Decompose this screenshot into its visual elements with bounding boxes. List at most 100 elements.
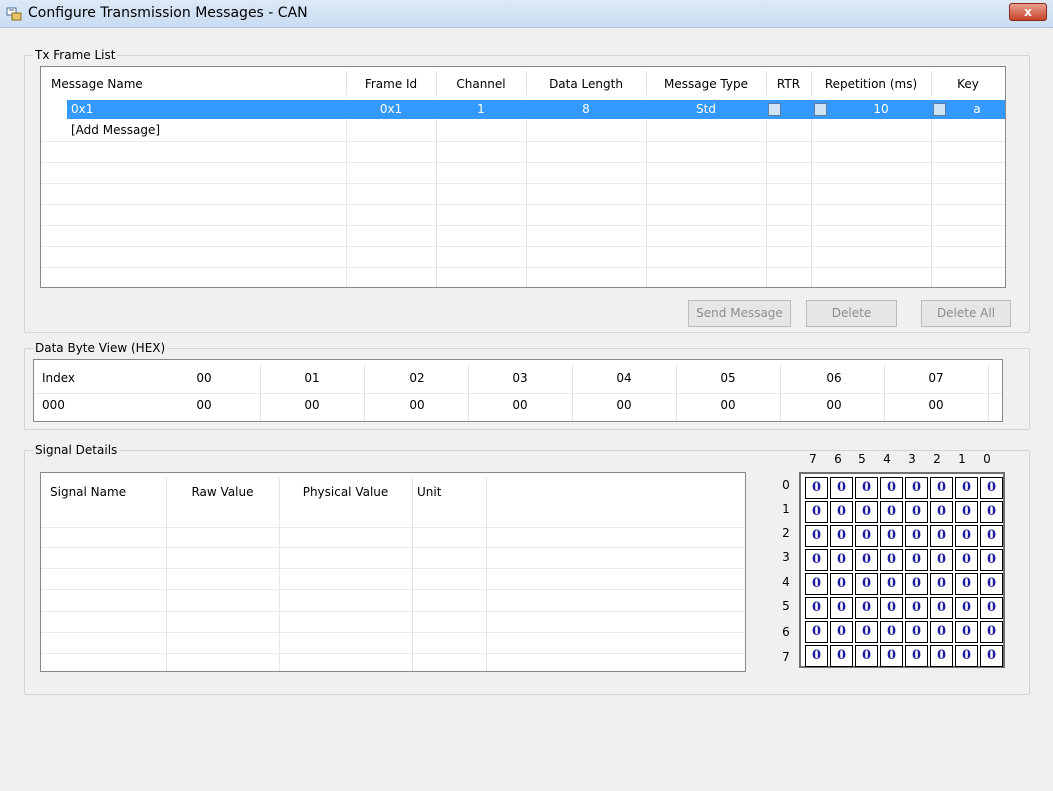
bit-cell[interactable]: 0 [955, 477, 978, 499]
bit-cell[interactable]: 0 [955, 549, 978, 571]
bit-cell[interactable]: 0 [930, 525, 953, 547]
col-header-rtr[interactable]: RTR [766, 77, 811, 91]
bit-cell[interactable]: 0 [880, 573, 903, 595]
row-key[interactable]: a [949, 102, 1005, 116]
bit-cell[interactable]: 0 [980, 597, 1003, 619]
col-header-key[interactable]: Key [931, 77, 1005, 91]
bit-cell[interactable]: 0 [855, 597, 878, 619]
bit-cell[interactable]: 0 [955, 597, 978, 619]
col-header-channel[interactable]: Channel [436, 77, 526, 91]
bit-cell[interactable]: 0 [805, 501, 828, 523]
bit-cell[interactable]: 0 [980, 501, 1003, 523]
grid-line [41, 204, 1005, 205]
header-separator [436, 71, 437, 95]
signal-details-table[interactable]: Signal Name Raw Value Physical Value Uni… [40, 472, 746, 672]
grid-line [41, 589, 745, 590]
bit-cell[interactable]: 0 [930, 501, 953, 523]
bit-cell[interactable]: 0 [905, 549, 928, 571]
col-header-repetition[interactable]: Repetition (ms) [811, 77, 931, 91]
bit-cell[interactable]: 0 [980, 621, 1003, 643]
bit-cell[interactable]: 0 [805, 645, 828, 667]
bit-cell[interactable]: 0 [905, 573, 928, 595]
bit-cell[interactable]: 0 [955, 501, 978, 523]
bit-cell[interactable]: 0 [905, 621, 928, 643]
bit-cell[interactable]: 0 [955, 573, 978, 595]
bit-cell[interactable]: 0 [905, 645, 928, 667]
bit-cell[interactable]: 0 [980, 645, 1003, 667]
bit-cell[interactable]: 0 [905, 501, 928, 523]
bit-cell[interactable]: 0 [805, 525, 828, 547]
bit-cell[interactable]: 0 [955, 645, 978, 667]
bit-matrix-grid: 0000000000000000000000000000000000000000… [799, 472, 1005, 668]
grid-line [41, 547, 745, 548]
bit-cell[interactable]: 0 [855, 477, 878, 499]
bit-cell[interactable]: 0 [855, 501, 878, 523]
col-header-frame-id[interactable]: Frame Id [346, 77, 436, 91]
delete-button[interactable]: Delete [806, 300, 897, 327]
data-byte-table[interactable]: Index 00 01 02 03 04 05 06 07 000 00 00 … [33, 359, 1003, 422]
col-header-message-type[interactable]: Message Type [646, 77, 766, 91]
bit-cell[interactable]: 0 [980, 573, 1003, 595]
rtr-checkbox[interactable] [768, 103, 781, 116]
bit-cell[interactable]: 0 [830, 501, 853, 523]
signal-col-raw[interactable]: Raw Value [166, 485, 279, 499]
bit-cell[interactable]: 0 [880, 549, 903, 571]
tx-frame-table[interactable]: Message Name Frame Id Channel Data Lengt… [40, 66, 1006, 288]
bit-cell[interactable]: 0 [930, 621, 953, 643]
bit-cell[interactable]: 0 [955, 525, 978, 547]
bit-cell[interactable]: 0 [805, 549, 828, 571]
bit-cell[interactable]: 0 [930, 645, 953, 667]
bit-cell[interactable]: 0 [930, 597, 953, 619]
bit-cell[interactable]: 0 [980, 549, 1003, 571]
key-checkbox[interactable] [933, 103, 946, 116]
bit-cell[interactable]: 0 [980, 525, 1003, 547]
col-header-data-length[interactable]: Data Length [526, 77, 646, 91]
bit-cell[interactable]: 0 [880, 525, 903, 547]
delete-all-button[interactable]: Delete All [921, 300, 1011, 327]
bit-cell[interactable]: 0 [855, 573, 878, 595]
bit-cell[interactable]: 0 [880, 645, 903, 667]
grid-line [766, 99, 767, 287]
bit-cell[interactable]: 0 [805, 597, 828, 619]
bit-cell[interactable]: 0 [855, 621, 878, 643]
bit-cell[interactable]: 0 [805, 477, 828, 499]
bit-cell[interactable]: 0 [905, 477, 928, 499]
col-header-message-name[interactable]: Message Name [51, 77, 143, 91]
bit-cell[interactable]: 0 [855, 645, 878, 667]
signal-col-name[interactable]: Signal Name [50, 485, 126, 499]
bit-cell[interactable]: 0 [980, 477, 1003, 499]
close-button[interactable]: x [1009, 3, 1047, 21]
signal-col-physical[interactable]: Physical Value [279, 485, 412, 499]
bit-cell[interactable]: 0 [955, 621, 978, 643]
bit-cell[interactable]: 0 [830, 645, 853, 667]
send-message-button[interactable]: Send Message [688, 300, 791, 327]
bit-cell[interactable]: 0 [880, 597, 903, 619]
row-repetition[interactable]: 10 [831, 102, 931, 116]
bit-cell[interactable]: 0 [905, 525, 928, 547]
bit-cell[interactable]: 0 [880, 501, 903, 523]
bit-cell[interactable]: 0 [855, 549, 878, 571]
bit-col-label: 2 [933, 452, 941, 466]
grid-line [486, 477, 487, 671]
bit-cell[interactable]: 0 [830, 525, 853, 547]
bit-cell[interactable]: 0 [830, 549, 853, 571]
add-message-item[interactable]: [Add Message] [71, 123, 160, 137]
bit-cell[interactable]: 0 [805, 573, 828, 595]
signal-col-unit[interactable]: Unit [417, 485, 441, 499]
bit-cell[interactable]: 0 [830, 573, 853, 595]
bit-cell[interactable]: 0 [880, 477, 903, 499]
bit-cell[interactable]: 0 [830, 621, 853, 643]
repetition-checkbox[interactable] [814, 103, 827, 116]
bit-cell[interactable]: 0 [930, 573, 953, 595]
bit-cell[interactable]: 0 [930, 477, 953, 499]
bit-cell[interactable]: 0 [805, 621, 828, 643]
bit-cell[interactable]: 0 [905, 597, 928, 619]
bit-cell[interactable]: 0 [930, 549, 953, 571]
bit-cell[interactable]: 0 [830, 477, 853, 499]
table-row[interactable]: 0x1 0x1 1 8 Std 10 a [67, 100, 1005, 119]
bit-cell[interactable]: 0 [880, 621, 903, 643]
bit-cell[interactable]: 0 [830, 597, 853, 619]
bit-cell[interactable]: 0 [855, 525, 878, 547]
bit-col-label: 1 [958, 452, 966, 466]
byte-value: 00 [826, 398, 842, 412]
